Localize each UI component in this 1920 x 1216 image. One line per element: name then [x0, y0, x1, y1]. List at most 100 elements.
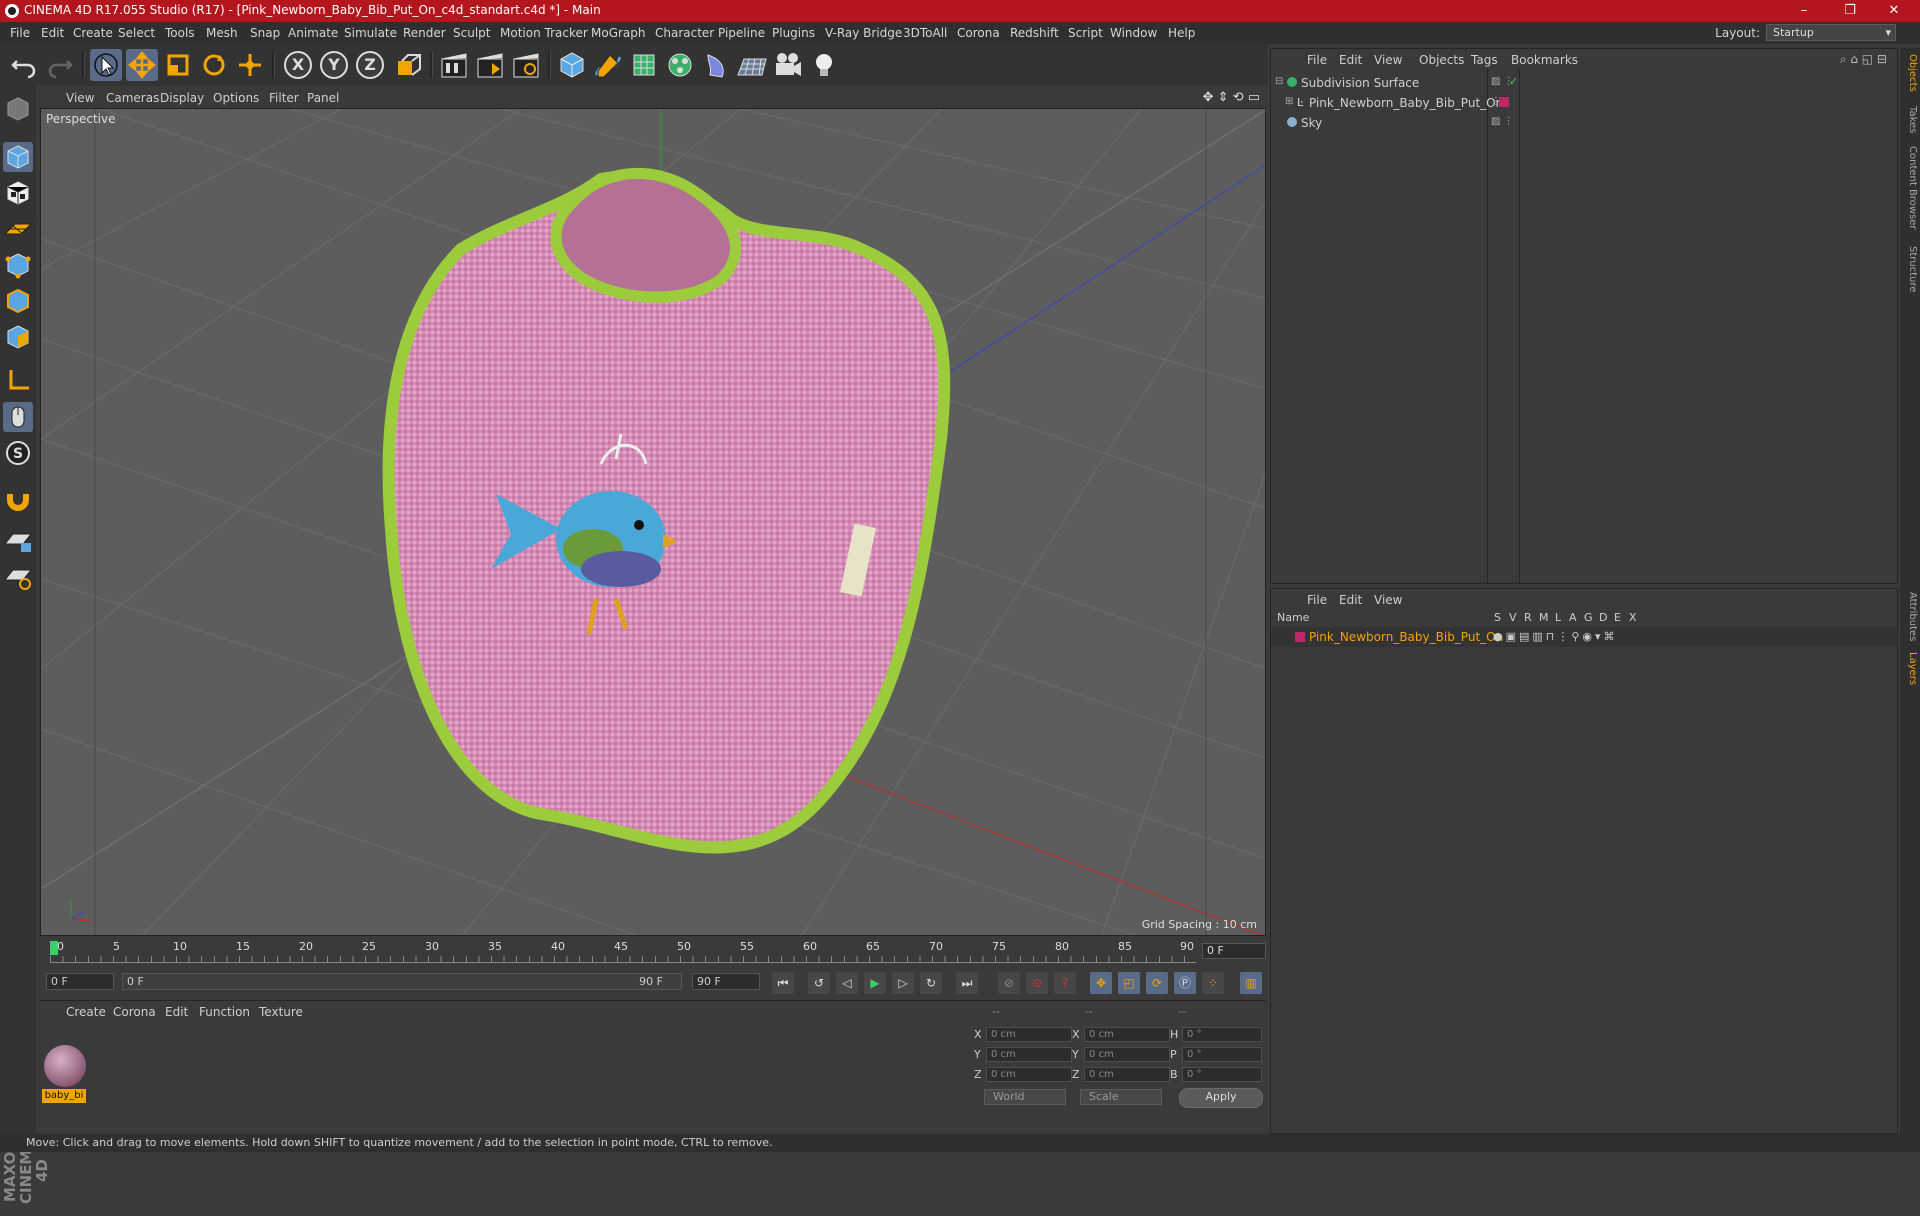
viewport-menu-view[interactable]: View — [66, 91, 94, 105]
size-mode-dropdown[interactable]: Scale — [1080, 1089, 1162, 1105]
key-scale-button[interactable]: ◰ — [1118, 972, 1140, 994]
viewport-menu-options[interactable]: Options — [213, 91, 259, 105]
axis-mode-button[interactable] — [3, 366, 33, 396]
make-editable-button[interactable] — [3, 94, 33, 124]
tab-attributes[interactable]: Attributes — [1902, 592, 1918, 641]
layer-color-swatch[interactable] — [1295, 632, 1305, 642]
menu-help[interactable]: Help — [1168, 26, 1195, 40]
snap-button[interactable]: S — [3, 438, 33, 468]
key-pla-button[interactable]: ⁘ — [1202, 972, 1224, 994]
key-position-button[interactable]: ✥ — [1090, 972, 1112, 994]
redo-button[interactable] — [44, 49, 76, 81]
play-button[interactable]: ▶ — [864, 972, 886, 994]
objects-menu-bookmarks[interactable]: Bookmarks — [1511, 53, 1578, 67]
apply-button[interactable]: Apply — [1179, 1088, 1263, 1108]
baby-bib-model[interactable] — [382, 167, 951, 854]
timeline-ruler[interactable]: 0 5 10 15 20 25 30 35 40 45 50 55 60 65 … — [40, 937, 1266, 965]
planar-workplane-button[interactable] — [3, 562, 33, 592]
expand-toggle[interactable]: ⊞ — [1285, 96, 1293, 107]
pos-z-field[interactable]: 0 cm — [986, 1067, 1072, 1082]
menu-3dtoall[interactable]: 3DToAll — [903, 26, 947, 40]
menu-plugins[interactable]: Plugins — [772, 26, 815, 40]
minimize-button[interactable]: – — [1782, 0, 1826, 22]
menu-motion-tracker[interactable]: Motion Tracker — [500, 26, 588, 40]
close-button[interactable]: ✕ — [1872, 0, 1916, 22]
timeline-window-button[interactable]: ▥ — [1240, 972, 1262, 994]
layers-menu-edit[interactable]: Edit — [1339, 593, 1362, 607]
menu-render[interactable]: Render — [403, 26, 446, 40]
object-row-bib[interactable]: ⊞ Ŀ Pink_Newborn_Baby_Bib_Put_On ⋮ — [1271, 93, 1897, 113]
object-manager-nav-icons[interactable]: ⌕ ⌂ ◱ ⊟ — [1840, 52, 1887, 67]
menu-mograph[interactable]: MoGraph — [591, 26, 646, 40]
menu-edit[interactable]: Edit — [41, 26, 64, 40]
objects-menu-tags[interactable]: Tags — [1471, 53, 1498, 67]
size-x-field[interactable]: 0 cm — [1084, 1027, 1170, 1042]
menu-script[interactable]: Script — [1068, 26, 1103, 40]
go-to-start-button[interactable]: ⏮ — [772, 972, 794, 994]
move-tool-button[interactable] — [126, 49, 158, 81]
undo-button[interactable] — [8, 49, 40, 81]
coordinate-system-button[interactable] — [392, 49, 424, 81]
viewport-nav-icons[interactable]: ✥ ⇕ ⟲ ▭ — [1203, 90, 1260, 105]
object-row-subdivision-surface[interactable]: ⊟ Subdivision Surface ▨ ⋮ ✓ — [1271, 73, 1897, 93]
layers-menu-view[interactable]: View — [1374, 593, 1402, 607]
layer-row[interactable]: Pink_Newborn_Baby_Bib_Put_On ●▣▤▥⊓⋮⚲◉▾⌘ — [1271, 627, 1897, 647]
size-z-field[interactable]: 0 cm — [1084, 1067, 1170, 1082]
material-menu-corona[interactable]: Corona — [113, 1005, 156, 1019]
tab-structure[interactable]: Structure — [1902, 246, 1918, 293]
edges-mode-button[interactable] — [3, 286, 33, 316]
layer-toggle-icons[interactable]: ●▣▤▥⊓⋮⚲◉▾⌘ — [1493, 630, 1618, 643]
viewport-menu-display[interactable]: Display — [160, 91, 204, 105]
keyframe-selection-button[interactable]: ? — [1054, 972, 1076, 994]
preview-range-slider[interactable]: 0 F 90 F — [122, 973, 682, 990]
add-spline-button[interactable] — [592, 49, 624, 81]
tab-layers[interactable]: Layers — [1902, 652, 1918, 685]
axis-x-toggle[interactable]: X — [284, 51, 312, 79]
object-row-sky[interactable]: Sky ▨ ⋮ — [1271, 113, 1897, 133]
menu-simulate[interactable]: Simulate — [344, 26, 397, 40]
render-view-button[interactable] — [438, 49, 470, 81]
menu-window[interactable]: Window — [1110, 26, 1157, 40]
visibility-dots[interactable]: ▨ ⋮ — [1491, 116, 1514, 127]
collapse-toggle[interactable]: ⊟ — [1275, 76, 1283, 87]
scale-tool-button[interactable] — [162, 49, 194, 81]
menu-mesh[interactable]: Mesh — [206, 26, 238, 40]
previous-frame-button[interactable]: ◁ — [836, 972, 858, 994]
render-settings-button[interactable] — [510, 49, 542, 81]
live-selection-button[interactable] — [90, 49, 122, 81]
key-parameter-button[interactable]: Ⓟ — [1174, 972, 1196, 994]
material-thumbnail[interactable] — [44, 1045, 86, 1087]
add-generator-button[interactable] — [628, 49, 660, 81]
previous-key-button[interactable]: ↺ — [808, 972, 830, 994]
menu-file[interactable]: File — [10, 26, 30, 40]
rotate-tool-button[interactable] — [198, 49, 230, 81]
add-light-button[interactable] — [808, 49, 840, 81]
perspective-viewport[interactable]: Perspective Grid Spacing : 10 cm — [40, 108, 1266, 936]
key-rotation-button[interactable]: ⟳ — [1146, 972, 1168, 994]
material-menu-texture[interactable]: Texture — [259, 1005, 303, 1019]
points-mode-button[interactable] — [3, 250, 33, 280]
rot-b-field[interactable]: 0 ° — [1182, 1067, 1262, 1082]
add-environment-button[interactable] — [736, 49, 768, 81]
menu-corona[interactable]: Corona — [957, 26, 1000, 40]
material-menu-edit[interactable]: Edit — [165, 1005, 188, 1019]
menu-redshift[interactable]: Redshift — [1010, 26, 1059, 40]
next-frame-button[interactable]: ▷ — [892, 972, 914, 994]
end-frame-field[interactable]: 90 F — [692, 973, 760, 990]
menu-snap[interactable]: Snap — [250, 26, 280, 40]
transform-tool-button[interactable] — [234, 49, 266, 81]
menu-animate[interactable]: Animate — [288, 26, 338, 40]
menu-pipeline[interactable]: Pipeline — [718, 26, 765, 40]
go-to-end-button[interactable]: ⏭ — [956, 972, 978, 994]
tab-objects[interactable]: Objects — [1902, 54, 1918, 92]
current-frame-field[interactable]: 0 F — [1202, 943, 1266, 959]
objects-menu-file[interactable]: File — [1307, 53, 1327, 67]
tab-takes[interactable]: Takes — [1902, 106, 1918, 133]
lock-workplane-button[interactable] — [3, 526, 33, 556]
objects-menu-objects[interactable]: Objects — [1419, 53, 1464, 67]
menu-create[interactable]: Create — [73, 26, 113, 40]
rot-h-field[interactable]: 0 ° — [1182, 1027, 1262, 1042]
pos-y-field[interactable]: 0 cm — [986, 1047, 1072, 1062]
enabled-check-icon[interactable]: ✓ — [1509, 75, 1518, 88]
tweak-mode-button[interactable] — [3, 402, 33, 432]
